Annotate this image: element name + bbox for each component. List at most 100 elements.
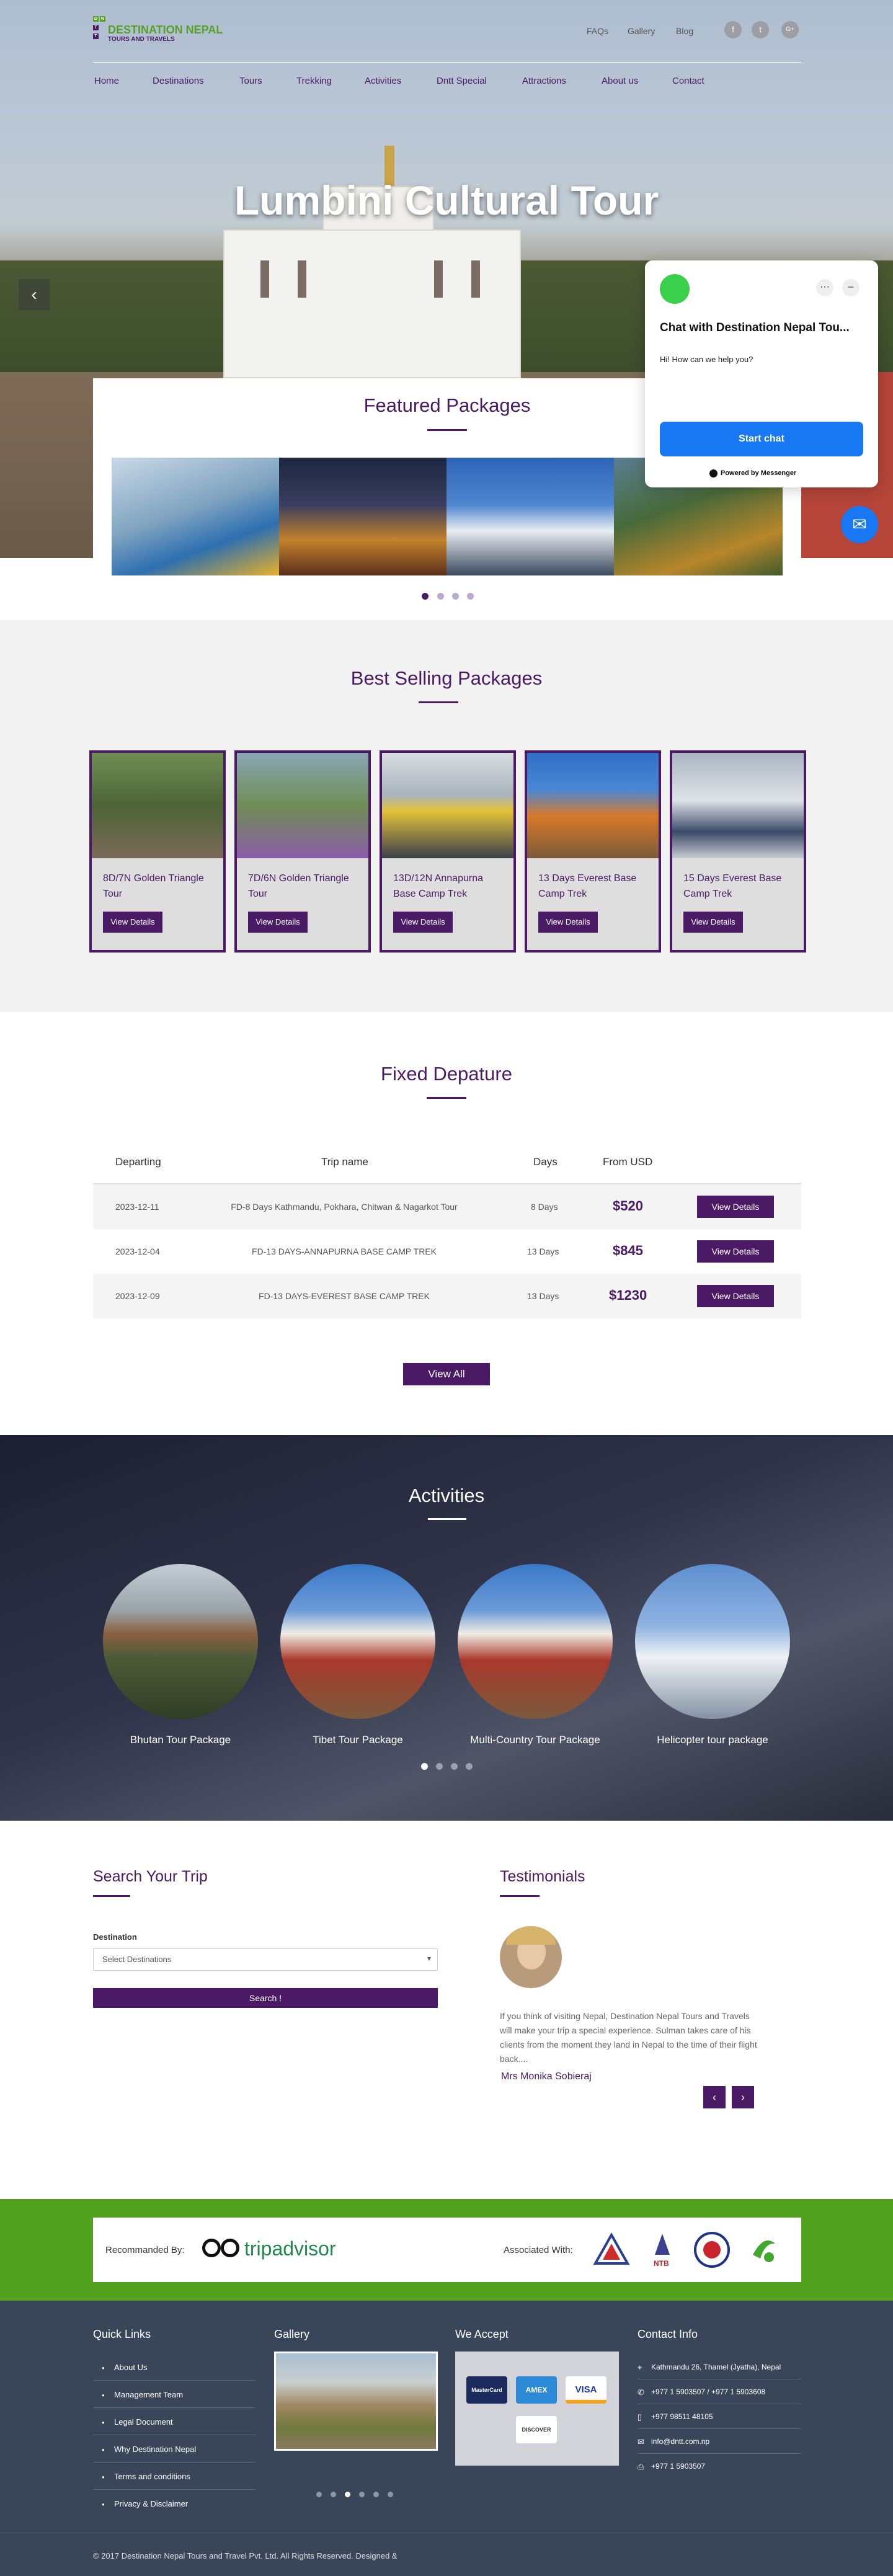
activity-label[interactable]: Bhutan Tour Package xyxy=(100,1734,261,1746)
carousel-dot[interactable] xyxy=(437,593,444,600)
top-link-gallery[interactable]: Gallery xyxy=(628,26,655,36)
brand-name[interactable]: DESTINATION NEPAL xyxy=(108,24,223,37)
link-divider xyxy=(93,2462,255,2463)
activity-image-multi-country[interactable] xyxy=(458,1564,613,1719)
view-details-button[interactable]: View Details xyxy=(248,912,308,933)
logo-mark[interactable]: D N T T xyxy=(93,16,105,46)
package-card[interactable]: 13D/12N Annapurna Base Camp Trek View De… xyxy=(380,750,516,953)
taan-logo[interactable] xyxy=(747,2230,781,2270)
view-details-button[interactable]: View Details xyxy=(697,1285,774,1307)
testimonials-title: Testimonials xyxy=(500,1868,585,1885)
search-underline xyxy=(93,1895,130,1897)
ntb-logo[interactable]: NTB xyxy=(645,2230,680,2270)
featured-slide-temple[interactable] xyxy=(279,458,446,575)
svg-text:NTB: NTB xyxy=(654,2259,669,2268)
activity-label[interactable]: Multi-Country Tour Package xyxy=(455,1734,616,1746)
top-link-faqs[interactable]: FAQs xyxy=(587,26,608,36)
twitter-icon[interactable]: t xyxy=(752,21,769,38)
nav-destinations[interactable]: Destinations xyxy=(153,76,204,86)
search-button[interactable]: Search ! xyxy=(93,1988,438,2008)
top-link-blog[interactable]: Blog xyxy=(676,26,693,36)
view-details-button[interactable]: View Details xyxy=(538,912,598,933)
activities-title: Activities xyxy=(408,1485,485,1506)
contact-mobile[interactable]: +977 98511 48105 xyxy=(651,2412,713,2421)
view-details-button[interactable]: View Details xyxy=(697,1196,774,1218)
gallery-image[interactable] xyxy=(274,2352,438,2451)
package-image xyxy=(92,753,223,858)
logo-cell: D xyxy=(93,16,99,22)
carousel-dot[interactable] xyxy=(436,1763,443,1770)
nav-attractions[interactable]: Attractions xyxy=(522,76,566,86)
google-plus-icon[interactable]: G+ xyxy=(781,21,799,38)
contact-email[interactable]: info@dntt.com.np xyxy=(651,2437,709,2446)
testimonial-prev-button[interactable]: ‹ xyxy=(703,2086,726,2108)
nma-logo[interactable] xyxy=(593,2232,630,2267)
testimonial-next-button[interactable]: › xyxy=(732,2086,754,2108)
nav-trekking[interactable]: Trekking xyxy=(296,76,332,86)
carousel-dot[interactable] xyxy=(422,593,429,600)
nav-home[interactable]: Home xyxy=(94,76,119,86)
footer-link-terms[interactable]: Terms and conditions xyxy=(114,2472,190,2481)
contact-info-title: Contact Info xyxy=(638,2328,698,2340)
more-options-icon[interactable]: ··· xyxy=(816,279,833,296)
footer-link-privacy[interactable]: Privacy & Disclaimer xyxy=(114,2499,188,2508)
featured-slide-mountain[interactable] xyxy=(446,458,614,575)
view-details-button[interactable]: View Details xyxy=(683,912,743,933)
messenger-icon[interactable]: ✉ xyxy=(841,506,878,543)
carousel-dot[interactable] xyxy=(451,1763,458,1770)
gallery-dot[interactable] xyxy=(359,2492,365,2497)
view-details-button[interactable]: View Details xyxy=(697,1240,774,1263)
carousel-dot[interactable] xyxy=(466,1763,473,1770)
package-title[interactable]: 13D/12N Annapurna Base Camp Trek xyxy=(393,871,505,902)
footer-link-legal-document[interactable]: Legal Document xyxy=(114,2417,173,2427)
nepal-govt-logo[interactable] xyxy=(693,2231,731,2268)
featured-slide-rafting[interactable] xyxy=(112,458,279,575)
activity-image-bhutan[interactable] xyxy=(103,1564,258,1719)
activity-image-helicopter[interactable] xyxy=(635,1564,790,1719)
footer-link-why-destination-nepal[interactable]: Why Destination Nepal xyxy=(114,2445,196,2454)
gallery-dot[interactable] xyxy=(331,2492,336,2497)
facebook-icon[interactable]: f xyxy=(724,21,742,38)
package-title[interactable]: 7D/6N Golden Triangle Tour xyxy=(248,871,360,902)
footer-link-about-us[interactable]: About Us xyxy=(114,2363,147,2372)
package-card[interactable]: 7D/6N Golden Triangle Tour View Details xyxy=(234,750,371,953)
tripadvisor-owl-icon[interactable] xyxy=(202,2235,242,2262)
minimize-icon[interactable]: – xyxy=(842,279,860,296)
nav-activities[interactable]: Activities xyxy=(365,76,401,86)
carousel-dot[interactable] xyxy=(421,1763,428,1770)
package-title[interactable]: 15 Days Everest Base Camp Trek xyxy=(683,871,795,902)
view-details-button[interactable]: View Details xyxy=(393,912,453,933)
contact-phone[interactable]: +977 1 5903507 / +977 1 5903608 xyxy=(651,2387,765,2396)
nav-tours[interactable]: Tours xyxy=(239,76,262,86)
view-details-button[interactable]: View Details xyxy=(103,912,162,933)
logo-cell: N xyxy=(100,16,105,22)
gallery-dot[interactable] xyxy=(388,2492,393,2497)
gallery-dot[interactable] xyxy=(316,2492,322,2497)
start-chat-button[interactable]: Start chat xyxy=(660,422,863,456)
carousel-dot[interactable] xyxy=(452,593,459,600)
package-card[interactable]: 13 Days Everest Base Camp Trek View Deta… xyxy=(525,750,661,953)
activity-label[interactable]: Tibet Tour Package xyxy=(277,1734,438,1746)
package-title[interactable]: 8D/7N Golden Triangle Tour xyxy=(103,871,215,902)
footer-link-management-team[interactable]: Management Team xyxy=(114,2390,183,2399)
package-card[interactable]: 8D/7N Golden Triangle Tour View Details xyxy=(89,750,226,953)
destination-select[interactable]: Select Destinations ▾ xyxy=(93,1948,438,1971)
activity-image-tibet[interactable] xyxy=(280,1564,435,1719)
package-card[interactable]: 15 Days Everest Base Camp Trek View Deta… xyxy=(670,750,806,953)
nav-about-us[interactable]: About us xyxy=(602,76,638,86)
carousel-dot[interactable] xyxy=(467,593,474,600)
gallery-dot[interactable] xyxy=(345,2492,350,2497)
fixed-departure-underline xyxy=(427,1097,466,1099)
mastercard-icon: MasterCard xyxy=(466,2376,507,2404)
tripadvisor-wordmark[interactable]: tripadvisor xyxy=(244,2237,336,2260)
bullet-icon: ● xyxy=(102,2474,105,2480)
hero-prev-arrow[interactable]: ‹ xyxy=(19,279,50,310)
nav-dntt-special[interactable]: Dntt Special xyxy=(437,76,487,86)
site-footer: Quick Links Gallery We Accept Contact In… xyxy=(0,2301,893,2576)
activity-label[interactable]: Helicopter tour package xyxy=(632,1734,793,1746)
package-title[interactable]: 13 Days Everest Base Camp Trek xyxy=(538,871,650,902)
logo-cell: T xyxy=(93,25,99,30)
gallery-dot[interactable] xyxy=(373,2492,379,2497)
nav-contact[interactable]: Contact xyxy=(672,76,704,86)
view-all-button[interactable]: View All xyxy=(403,1363,490,1385)
